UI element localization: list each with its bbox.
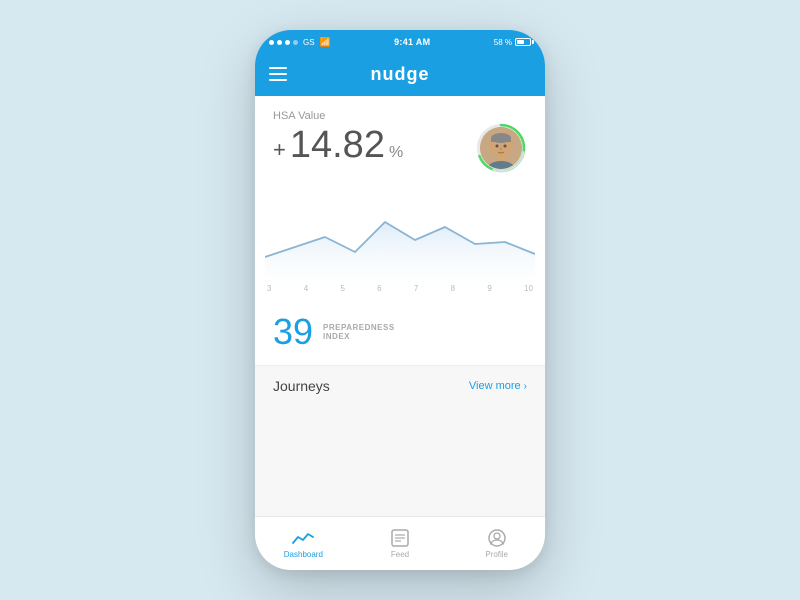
nav-label-feed: Feed [391,550,409,559]
hsa-plus: + [273,137,286,163]
hamburger-line-3 [269,79,287,81]
status-bar: GS 📶 9:41 AM 58 % [255,30,545,52]
prep-label-line1: PREPAREDNESS [323,323,395,332]
signal-dot-1 [269,40,274,45]
preparedness-section: 39 PREPAREDNESS INDEX [255,301,545,365]
view-more-text: View more [469,380,521,392]
status-left: GS 📶 [269,37,331,48]
journeys-section: Journeys View more › [255,365,545,406]
app-header: nudge [255,52,545,96]
preparedness-label: PREPAREDNESS INDEX [323,323,395,341]
hsa-value-row: + 14.82 % [273,126,527,174]
hsa-value: + 14.82 % [273,126,403,164]
app-logo: nudge [371,64,430,85]
chart-label-8: 8 [451,284,455,293]
chart-label-3: 3 [267,284,271,293]
hsa-label: HSA Value [273,110,527,122]
carrier-label: GS [303,38,315,47]
nav-item-feed[interactable]: Feed [352,529,449,559]
journeys-content-area [255,406,545,516]
hsa-percent: % [389,144,403,162]
chart-x-labels: 3 4 5 6 7 8 9 10 [255,282,545,301]
hsa-number: 14.82 [290,126,385,164]
battery-fill [517,40,524,44]
chevron-right-icon: › [524,381,527,392]
prep-label-line2: INDEX [323,332,395,341]
chart-container [255,182,545,282]
journeys-title: Journeys [273,378,330,394]
nav-label-profile: Profile [485,550,508,559]
nav-item-dashboard[interactable]: Dashboard [255,529,352,559]
wifi-icon: 📶 [320,37,331,48]
hamburger-line-2 [269,73,287,75]
signal-dot-4 [293,40,298,45]
nav-label-dashboard: Dashboard [284,550,323,559]
user-avatar[interactable] [475,122,527,174]
bottom-nav: Dashboard Feed [255,516,545,570]
hsa-section: HSA Value + 14.82 % [255,96,545,182]
chart-label-6: 6 [377,284,381,293]
nav-item-profile[interactable]: Profile [448,529,545,559]
status-time: 9:41 AM [394,37,430,47]
avatar-image [480,127,522,169]
phone-shell: GS 📶 9:41 AM 58 % nudge HSA Value + 1 [255,30,545,570]
chart-label-10: 10 [524,284,533,293]
signal-dot-2 [277,40,282,45]
hamburger-line-1 [269,67,287,69]
battery-icon [515,38,531,46]
battery-percent: 58 % [494,38,512,47]
feed-icon [389,529,411,547]
chart-label-4: 4 [304,284,308,293]
profile-icon [486,529,508,547]
dashboard-icon [292,529,314,547]
preparedness-number: 39 [273,311,313,353]
menu-button[interactable] [269,67,287,81]
main-content: HSA Value + 14.82 % [255,96,545,516]
view-more-button[interactable]: View more › [469,380,527,392]
signal-dot-3 [285,40,290,45]
chart-label-5: 5 [340,284,344,293]
chart-label-9: 9 [487,284,491,293]
status-right: 58 % [494,38,531,47]
chart-label-7: 7 [414,284,418,293]
